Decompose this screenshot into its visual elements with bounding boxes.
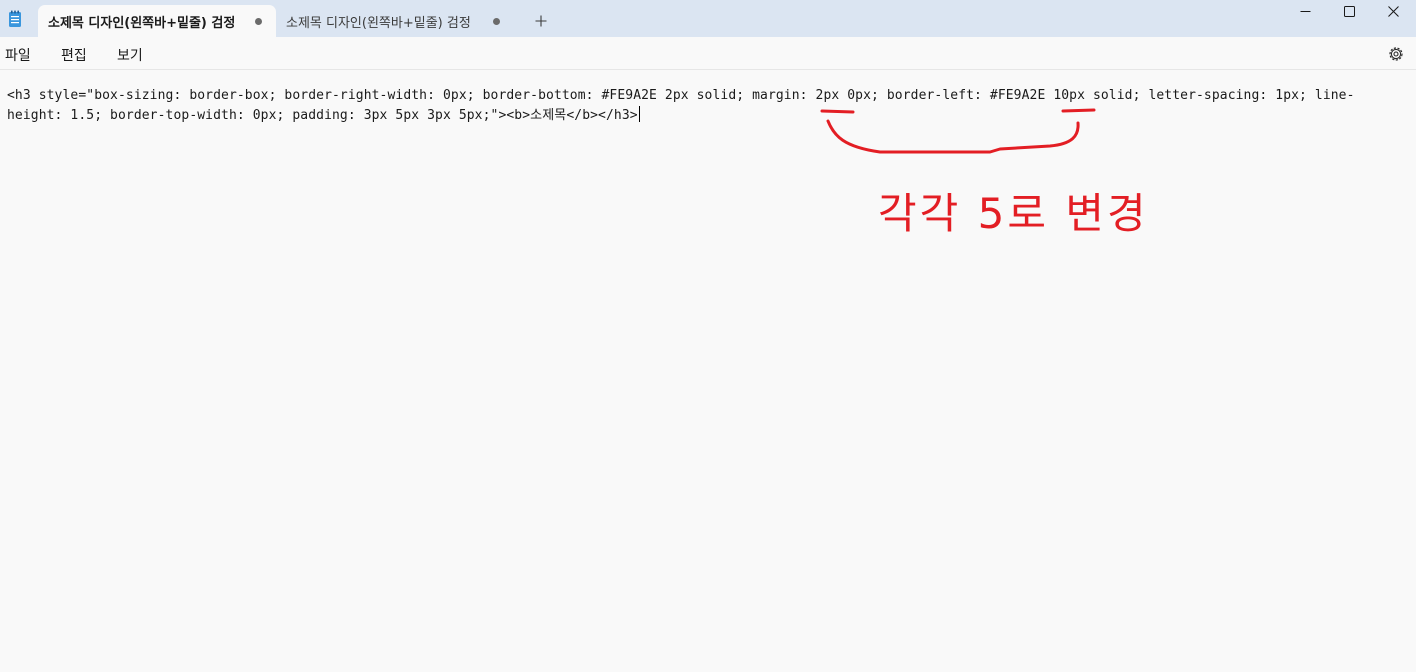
code-line: <h3 style="box-sizing: border-box; borde… [7,88,1355,123]
text-editor[interactable]: <h3 style="box-sizing: border-box; borde… [0,71,1416,672]
tab-label: 소제목 디자인(왼쪽바+밑줄) 검정 [48,15,236,31]
title-bar: 소제목 디자인(왼쪽바+밑줄) 검정 소제목 디자인(왼쪽바+밑줄) 검정 [0,0,1416,37]
text-caret [638,106,640,122]
menu-file[interactable]: 파일 [5,45,31,65]
unsaved-dot-icon[interactable] [255,18,262,25]
menu-edit[interactable]: 편집 [61,45,87,65]
menu-view[interactable]: 보기 [117,45,143,65]
tab-active-document[interactable]: 소제목 디자인(왼쪽바+밑줄) 검정 [38,5,276,37]
close-button[interactable] [1370,0,1416,22]
close-icon [1387,5,1399,17]
tab-inactive-document[interactable]: 소제목 디자인(왼쪽바+밑줄) 검정 [278,5,514,37]
maximize-icon [1343,5,1355,17]
menu-bar: 파일 편집 보기 [0,37,1416,70]
editor-content[interactable]: <h3 style="box-sizing: border-box; borde… [7,86,1387,126]
new-tab-button[interactable] [527,8,555,34]
minimize-button[interactable] [1282,0,1328,22]
minimize-icon [1300,10,1310,12]
notepad-icon [9,10,21,27]
plus-icon [535,15,547,27]
tab-label: 소제목 디자인(왼쪽바+밑줄) 검정 [286,15,471,31]
unsaved-dot-icon[interactable] [493,18,500,25]
maximize-button[interactable] [1326,0,1372,22]
gear-icon[interactable] [1386,44,1406,64]
notepad-window: 소제목 디자인(왼쪽바+밑줄) 검정 소제목 디자인(왼쪽바+밑줄) 검정 파일… [0,0,1416,672]
